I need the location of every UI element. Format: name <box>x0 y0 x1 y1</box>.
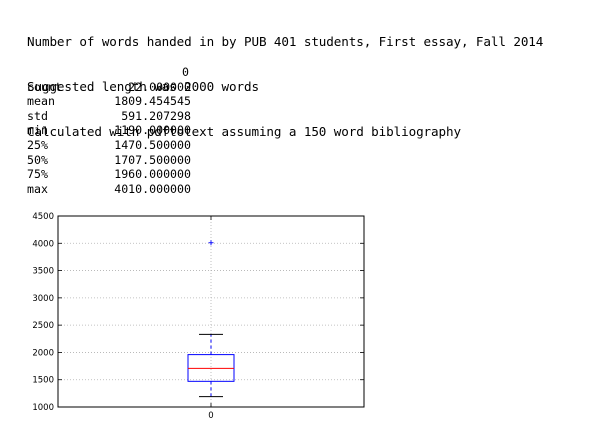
stats-row-value: 4010.000000 <box>114 181 191 196</box>
y-tick-label: 4500 <box>32 212 54 222</box>
stats-index-header <box>27 65 77 80</box>
stats-column-header: 0 <box>182 65 189 79</box>
y-tick-label: 1000 <box>32 403 54 413</box>
stats-row-value: 1809.454545 <box>114 94 191 109</box>
y-tick-label: 2500 <box>32 321 54 331</box>
stats-row-value: 591.207298 <box>121 108 191 123</box>
stats-row-value: 1470.500000 <box>114 137 191 152</box>
stats-row-value: 22.000000 <box>128 79 191 94</box>
stats-row-label: 50% <box>27 152 48 167</box>
y-tick-label: 4000 <box>32 239 54 249</box>
stats-row-value: 1960.000000 <box>114 167 191 182</box>
stats-row-label: min <box>27 123 48 138</box>
y-tick-label: 3000 <box>32 294 54 304</box>
stats-row-label: count <box>27 79 62 94</box>
y-tick-label: 3500 <box>32 267 54 277</box>
stats-row-50: 50% 1707.500000 <box>27 153 191 168</box>
stats-row-max: max 4010.000000 <box>27 182 191 197</box>
stats-row-value: 1707.500000 <box>114 152 191 167</box>
y-tick-label: 2000 <box>32 348 54 358</box>
header-line-title: Number of words handed in by PUB 401 stu… <box>27 34 544 49</box>
x-tick-label: 0 <box>208 411 213 421</box>
stats-row-label: max <box>27 181 48 196</box>
stats-row-label: 75% <box>27 167 48 182</box>
stats-row-count: count 22.000000 <box>27 80 191 95</box>
stats-row-label: std <box>27 108 48 123</box>
stats-row-75: 75% 1960.000000 <box>27 167 191 182</box>
stats-row-min: min 1190.000000 <box>27 123 191 138</box>
stats-row-mean: mean 1809.454545 <box>27 94 191 109</box>
boxplot-chart: 1000 1500 2000 2500 3000 3500 4000 4500 0 <box>32 212 365 421</box>
describe-stats-table: 0 count 22.000000 mean 1809.454545 std 5… <box>27 65 191 196</box>
stats-row-std: std 591.207298 <box>27 109 191 124</box>
stats-row-value: 1190.000000 <box>114 123 191 138</box>
stats-row-label: 25% <box>27 137 48 152</box>
stats-header-row: 0 <box>27 65 191 80</box>
stats-row-label: mean <box>27 94 55 109</box>
y-tick-label: 1500 <box>32 376 54 386</box>
stats-row-25: 25% 1470.500000 <box>27 138 191 153</box>
